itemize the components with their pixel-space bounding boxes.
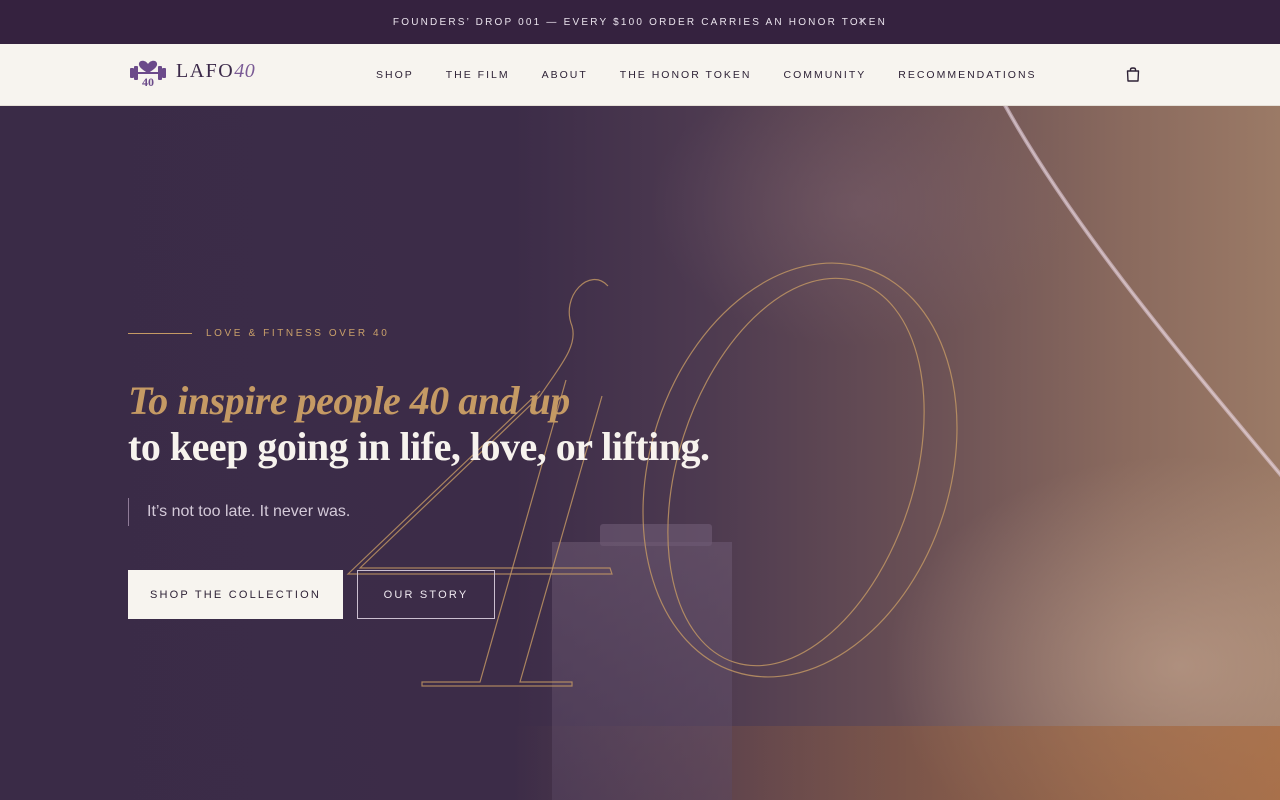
decorative-40-numeral [346, 262, 958, 687]
hero-eyebrow: LOVE & FITNESS OVER 40 [128, 328, 389, 339]
logo-badge-number: 40 [142, 75, 154, 87]
heart-dumbbell-logo-icon: 40 [130, 60, 166, 87]
nav-item-about[interactable]: ABOUT [526, 69, 604, 81]
site-header: 40 LAFO40 SHOP THE FILM ABOUT THE HONOR … [0, 44, 1280, 106]
nav-item-community[interactable]: COMMUNITY [768, 69, 883, 81]
hero-headline: To inspire people 40 and up to keep goin… [128, 378, 710, 470]
logo-wordmark: LAFO40 [176, 60, 255, 83]
announcement-bar: FOUNDERS’ DROP 001 — EVERY $100 ORDER CA… [0, 0, 1280, 44]
logo-number: 40 [234, 59, 256, 82]
eyebrow-rule [128, 333, 192, 334]
nav-item-shop[interactable]: SHOP [360, 69, 430, 81]
hero-light-arc [1003, 106, 1280, 478]
logo-word: LAFO [176, 59, 235, 82]
logo[interactable]: 40 LAFO40 [128, 55, 255, 87]
shop-the-collection-button[interactable]: SHOP THE COLLECTION [128, 570, 343, 619]
main-nav: SHOP THE FILM ABOUT THE HONOR TOKEN COMM… [360, 44, 1053, 106]
headline-line-1: To inspire people 40 and up [128, 378, 570, 423]
close-icon[interactable]: × [856, 14, 870, 28]
hero-tagline: It’s not too late. It never was. [128, 498, 350, 526]
announcement-text: FOUNDERS’ DROP 001 — EVERY $100 ORDER CA… [392, 16, 888, 28]
hero-section: LOVE & FITNESS OVER 40 To inspire people… [0, 106, 1280, 800]
nav-item-the-film[interactable]: THE FILM [430, 69, 526, 81]
headline-line-2: to keep going in life, love, or lifting. [128, 424, 710, 469]
shopping-bag-icon[interactable] [1124, 65, 1142, 83]
nav-item-recommendations[interactable]: RECOMMENDATIONS [882, 69, 1052, 81]
eyebrow-text: LOVE & FITNESS OVER 40 [206, 328, 390, 339]
nav-item-the-honor-token[interactable]: THE HONOR TOKEN [604, 69, 768, 81]
our-story-button[interactable]: OUR STORY [357, 570, 495, 619]
